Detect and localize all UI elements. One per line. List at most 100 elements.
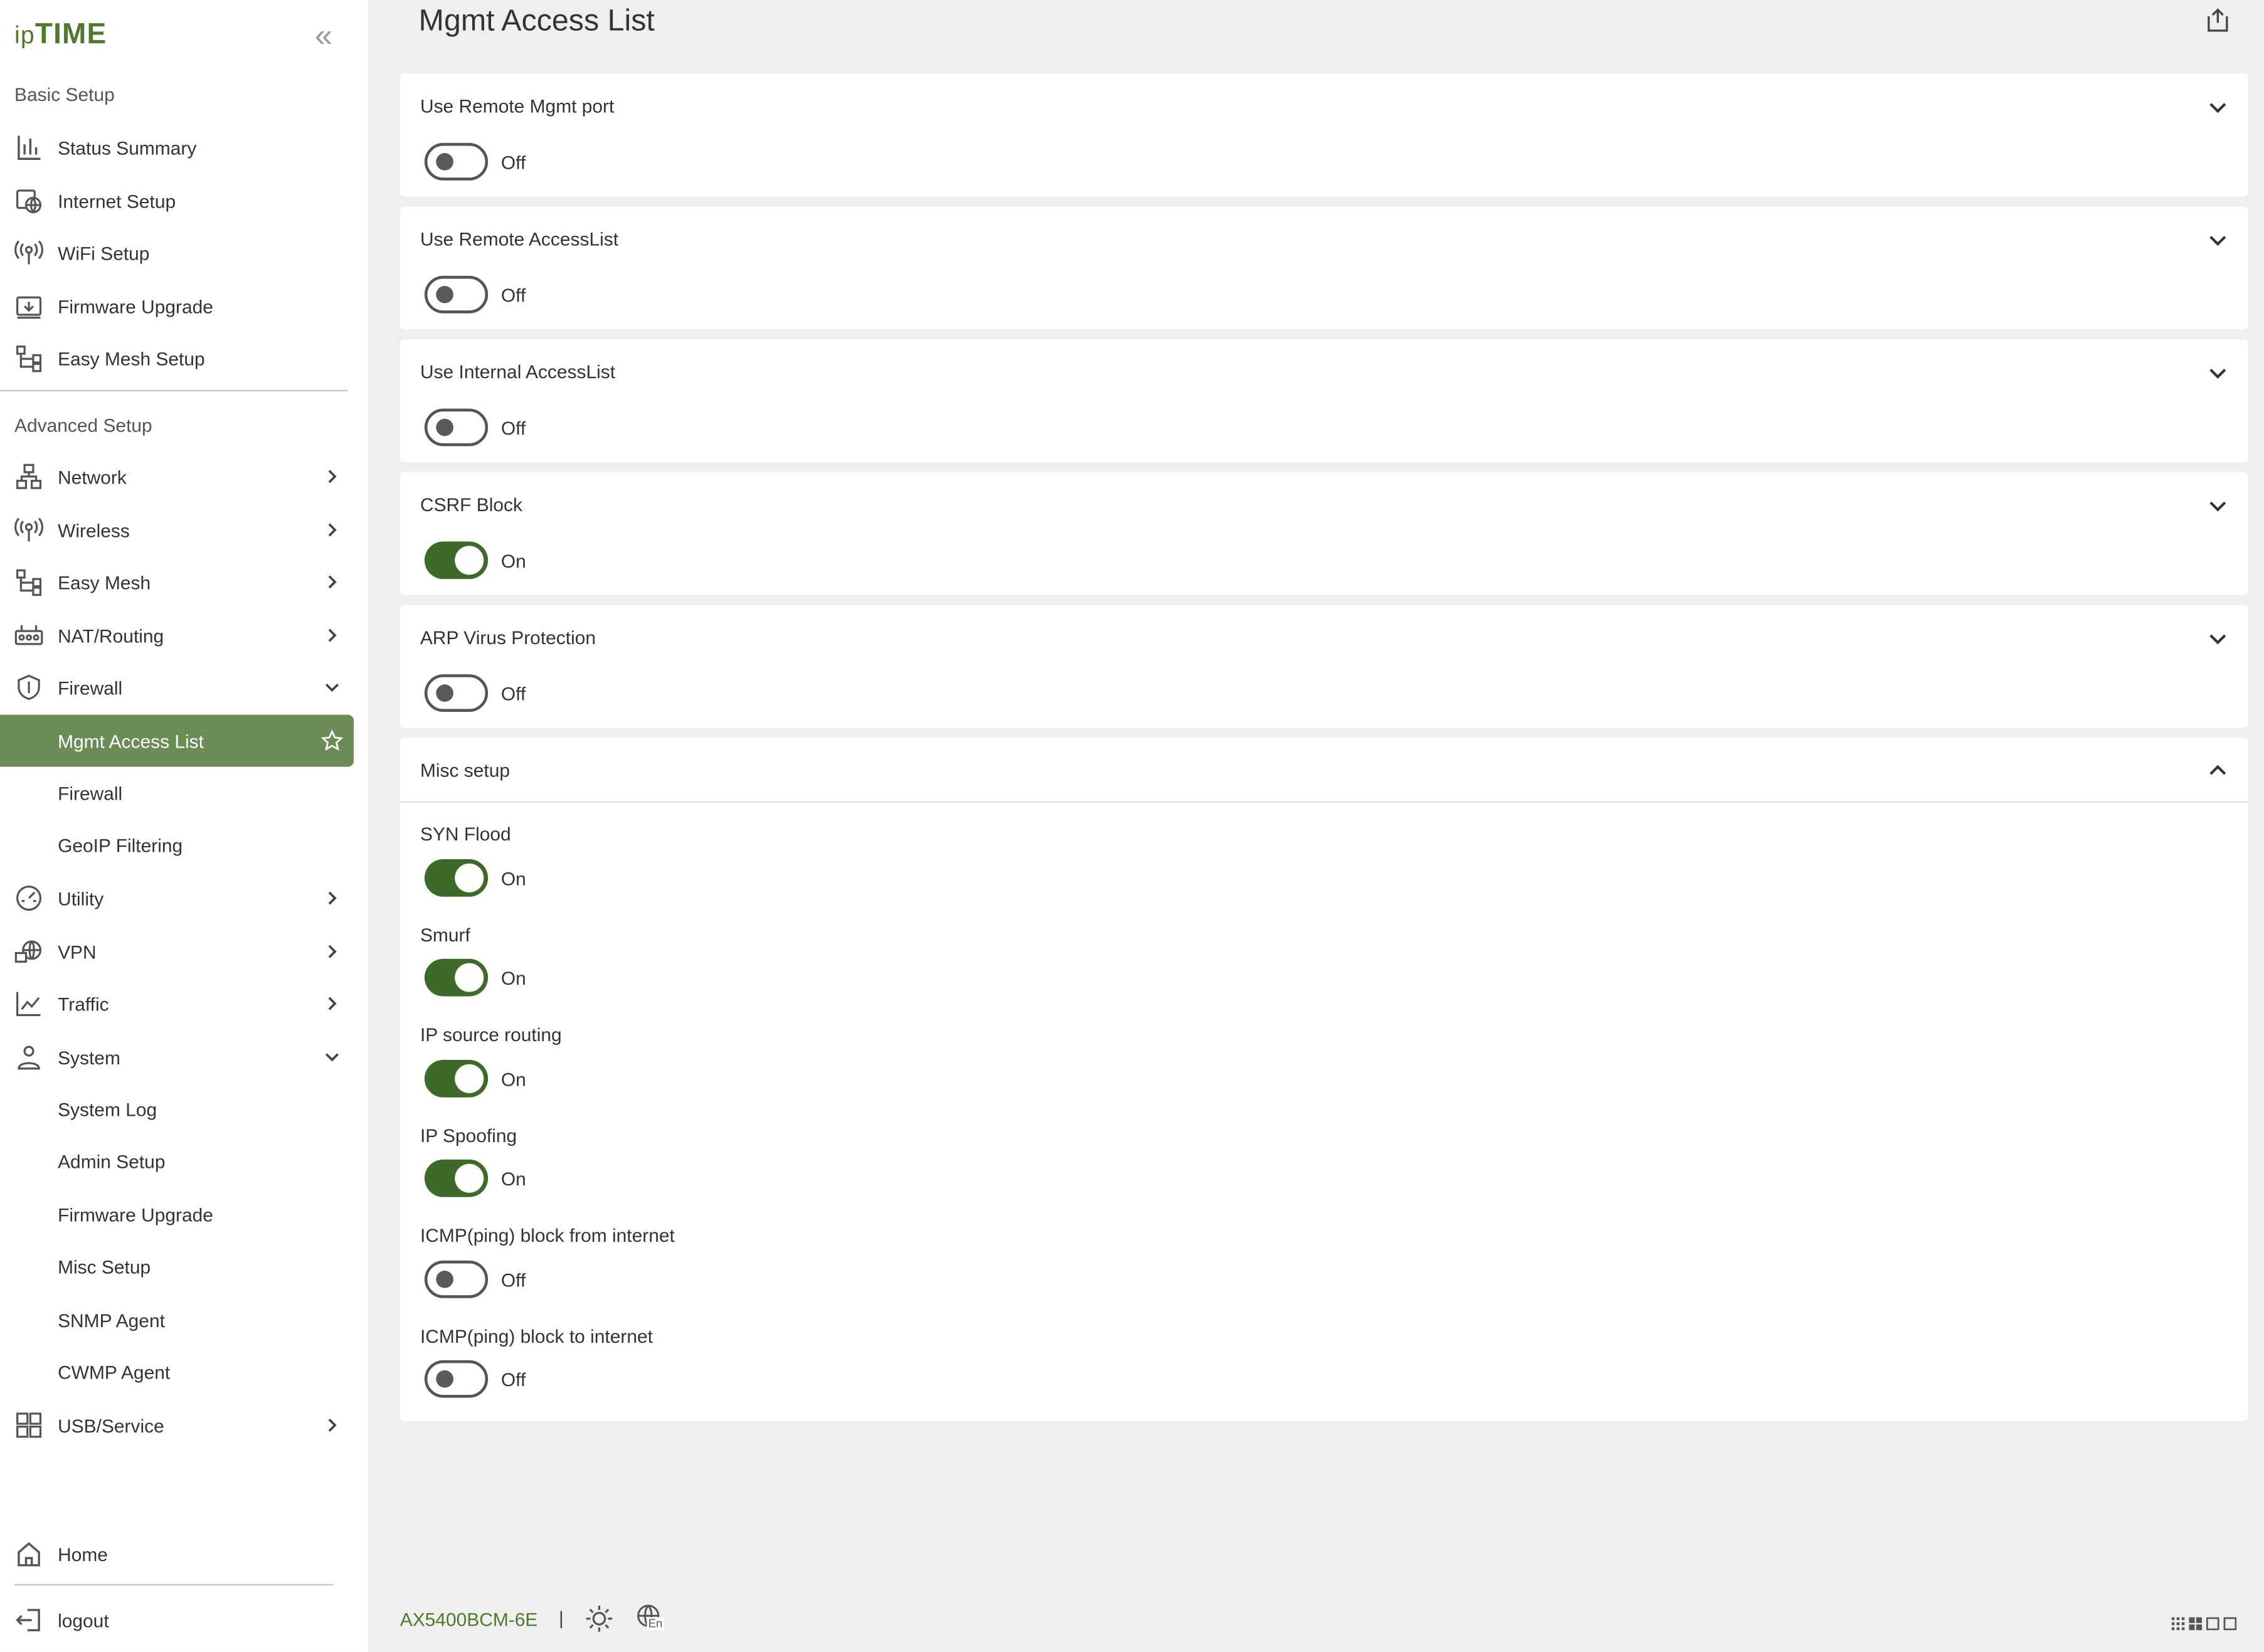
sidebar-item-wifi-setup[interactable]: WiFi Setup [0, 226, 354, 278]
chevron-down-icon[interactable] [2208, 628, 2228, 649]
sidebar-item-status-summary[interactable]: Status Summary [0, 121, 354, 173]
toggle-knob [455, 1163, 484, 1193]
system-icon [0, 1042, 58, 1071]
chevron-right-icon [310, 521, 354, 539]
sidebar-item-nat-routing[interactable]: NAT/Routing [0, 610, 354, 662]
sidebar-subitem-firmware-upgrade[interactable]: Firmware Upgrade [58, 1204, 213, 1226]
sidebar-item-mgmt-access-list[interactable]: Mgmt Access List [0, 714, 354, 767]
language-globe-icon[interactable]: En [635, 1603, 664, 1632]
sidebar-item-firewall[interactable]: Firewall [0, 661, 354, 713]
sidebar-item-traffic[interactable]: Traffic [0, 978, 354, 1030]
sidebar-item-label: Firmware Upgrade [58, 295, 213, 317]
card-use-remote-accesslist: Use Remote AccessList Off [399, 206, 2248, 329]
toggle-ip-source-routing[interactable] [424, 1059, 489, 1098]
field-label: IP source routing [420, 1024, 562, 1046]
sidebar-item-label: Utility [58, 887, 104, 909]
field-label: ICMP(ping) block to internet [420, 1325, 653, 1348]
home-icon [0, 1539, 58, 1568]
toggle-smurf[interactable] [424, 958, 489, 997]
toggle-state: On [500, 967, 526, 990]
toggle-use-internal-accesslist[interactable] [424, 408, 489, 447]
card-csrf-block: CSRF Block On [399, 472, 2248, 595]
sidebar-subitem-misc-setup[interactable]: Misc Setup [58, 1256, 151, 1278]
card-title: ARP Virus Protection [420, 627, 596, 649]
toggle-icmp-block-from-internet[interactable] [424, 1260, 489, 1298]
card-title: Use Internal AccessList [420, 361, 616, 383]
toggle-icmp-block-to-internet[interactable] [424, 1360, 489, 1398]
sidebar-item-utility[interactable]: Utility [0, 872, 354, 924]
logo-prefix: ip [14, 21, 35, 50]
toggle-knob [436, 684, 453, 702]
toggle-knob [436, 418, 453, 437]
toggle-state: Off [500, 284, 526, 307]
toggle-syn-flood[interactable] [424, 859, 489, 897]
layout-switcher[interactable] [2171, 1611, 2237, 1631]
sidebar-item-firmware-upgrade[interactable]: Firmware Upgrade [0, 280, 354, 332]
grid-icon [0, 1411, 58, 1439]
chevron-up-icon[interactable] [2208, 761, 2228, 781]
toggle-arp-virus-protection[interactable] [424, 674, 489, 712]
field-label: ICMP(ping) block from internet [420, 1224, 675, 1246]
sidebar-item-logout[interactable]: logout [0, 1594, 354, 1646]
sidebar-subitem-system-log[interactable]: System Log [58, 1099, 157, 1121]
toggle-knob [436, 1271, 453, 1288]
sidebar-item-usb-service[interactable]: USB/Service [0, 1399, 354, 1451]
star-icon[interactable] [310, 729, 354, 753]
toggle-knob [455, 863, 484, 892]
bar-chart-icon [0, 133, 58, 162]
chevron-down-icon [310, 679, 354, 696]
sidebar-subitem-firewall[interactable]: Firewall [58, 783, 122, 805]
model-name: AX5400BCM-6E [399, 1608, 538, 1631]
toggle-ip-spoofing[interactable] [424, 1159, 489, 1197]
sidebar-item-easy-mesh[interactable]: Easy Mesh [0, 556, 354, 608]
card-title: Misc setup [420, 760, 510, 781]
toggle-knob [455, 963, 484, 992]
layout-single-icon[interactable] [2206, 1611, 2219, 1631]
sidebar-item-easy-mesh-setup[interactable]: Easy Mesh Setup [0, 332, 354, 384]
collapse-sidebar-icon[interactable]: « [315, 19, 332, 52]
sidebar-item-system[interactable]: System [0, 1031, 354, 1083]
gauge-icon [0, 884, 58, 913]
mesh-icon [0, 568, 58, 596]
layout-grid-medium-icon[interactable] [2189, 1611, 2203, 1631]
layout-full-icon[interactable] [2223, 1611, 2237, 1631]
sidebar-item-network[interactable]: Network [0, 450, 354, 502]
sidebar-item-label: System [58, 1046, 120, 1068]
sidebar-item-label: logout [58, 1609, 109, 1631]
chevron-down-icon[interactable] [2208, 97, 2228, 117]
sidebar-item-label: Firewall [58, 676, 123, 699]
sidebar-subitem-admin-setup[interactable]: Admin Setup [58, 1151, 165, 1173]
chevron-down-icon[interactable] [2208, 363, 2228, 383]
network-icon [0, 462, 58, 491]
basic-setup-title: Basic Setup [14, 83, 115, 106]
chevron-down-icon[interactable] [2208, 495, 2228, 516]
chevron-down-icon[interactable] [2208, 230, 2228, 250]
sidebar-item-wireless[interactable]: Wireless [0, 504, 354, 556]
chevron-right-icon [310, 889, 354, 907]
toggle-csrf-block[interactable] [424, 541, 489, 580]
mesh-icon [0, 344, 58, 373]
share-icon[interactable] [2205, 8, 2231, 33]
sidebar-divider [14, 1584, 334, 1586]
toggle-state: On [500, 1168, 526, 1190]
theme-sun-icon[interactable] [585, 1604, 613, 1633]
sidebar-subitem-cwmp-agent[interactable]: CWMP Agent [58, 1362, 170, 1384]
card-arp-virus-protection: ARP Virus Protection Off [399, 605, 2248, 728]
router-icon [0, 621, 58, 650]
sidebar-item-internet-setup[interactable]: Internet Setup [0, 175, 354, 227]
vpn-icon [0, 937, 58, 966]
sidebar-subitem-snmp-agent[interactable]: SNMP Agent [58, 1310, 165, 1332]
sidebar-item-label: VPN [58, 940, 97, 963]
layout-grid-small-icon[interactable] [2171, 1611, 2185, 1631]
toggle-knob [455, 1064, 484, 1093]
sidebar-item-home[interactable]: Home [0, 1528, 354, 1580]
toggle-use-remote-accesslist[interactable] [424, 275, 489, 314]
sidebar-item-label: Easy Mesh [58, 571, 151, 593]
sidebar-item-label: WiFi Setup [58, 241, 150, 264]
toggle-use-remote-mgmt-port[interactable] [424, 142, 489, 181]
sidebar-item-vpn[interactable]: VPN [0, 926, 354, 978]
logo[interactable]: ipTIME [14, 19, 107, 52]
toggle-knob [436, 1370, 453, 1388]
sidebar-item-label: Mgmt Access List [58, 729, 204, 752]
sidebar-subitem-geoip-filtering[interactable]: GeoIP Filtering [58, 835, 182, 857]
